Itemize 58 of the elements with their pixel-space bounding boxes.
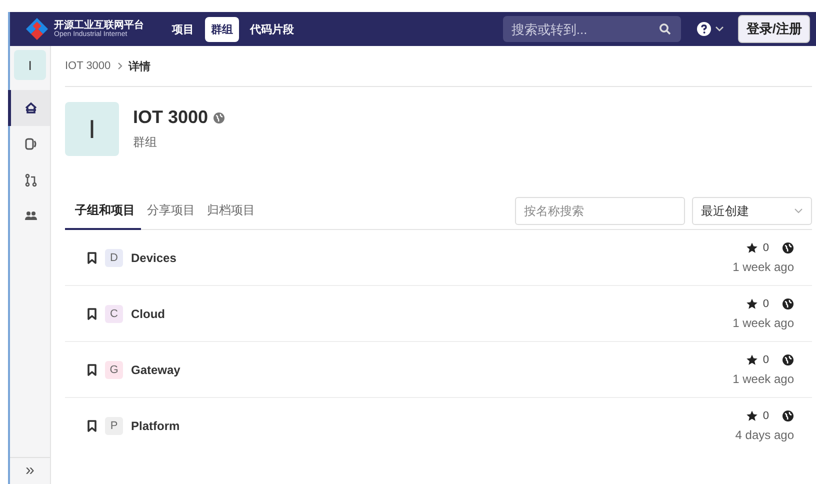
star-count: 0 bbox=[762, 242, 769, 254]
project-name[interactable]: Platform bbox=[131, 418, 180, 432]
help-icon bbox=[697, 22, 712, 36]
updated-time: 1 week ago bbox=[732, 372, 794, 386]
caret-icon bbox=[794, 208, 803, 214]
updated-time: 4 days ago bbox=[735, 428, 794, 442]
login-button[interactable]: 登录/注册 bbox=[738, 15, 810, 43]
project-avatar: P bbox=[105, 416, 123, 434]
tab[interactable]: 归档项目 bbox=[201, 193, 261, 230]
globe-icon bbox=[782, 242, 794, 254]
issues-icon[interactable] bbox=[24, 137, 38, 151]
project-name[interactable]: Gateway bbox=[131, 362, 180, 376]
bookmark-icon bbox=[87, 420, 97, 432]
search-field[interactable]: 搜索或转到... bbox=[503, 16, 682, 42]
collapse-button[interactable]: » bbox=[26, 462, 34, 480]
filter-field[interactable]: 按名称搜索 bbox=[515, 197, 685, 225]
tab[interactable]: 子组和项目 bbox=[65, 193, 141, 230]
star-count: 0 bbox=[762, 410, 769, 422]
star-icon bbox=[746, 354, 758, 366]
star-count: 0 bbox=[762, 298, 769, 310]
nav-link[interactable]: 项目 bbox=[166, 16, 200, 42]
search-icon bbox=[659, 23, 672, 35]
project-name[interactable]: Devices bbox=[131, 250, 176, 264]
star-icon bbox=[746, 410, 758, 422]
globe-icon bbox=[782, 410, 794, 422]
updated-time: 1 week ago bbox=[732, 316, 794, 330]
home-icon[interactable] bbox=[24, 101, 38, 115]
project-name[interactable]: Cloud bbox=[131, 306, 165, 320]
merge-request-icon[interactable] bbox=[24, 173, 38, 187]
project-avatar: C bbox=[105, 304, 123, 322]
project-avatar: D bbox=[105, 248, 123, 266]
star-icon bbox=[746, 242, 758, 254]
members-icon[interactable] bbox=[24, 209, 38, 223]
group-type: 群组 bbox=[133, 134, 158, 151]
bookmark-icon bbox=[87, 364, 97, 376]
updated-time: 1 week ago bbox=[732, 260, 794, 274]
star-count: 0 bbox=[762, 354, 769, 366]
sort-dropdown[interactable]: 最近创建 bbox=[692, 197, 812, 225]
group-name: IOT 3000 bbox=[133, 107, 208, 128]
bookmark-icon bbox=[87, 308, 97, 320]
breadcrumb-link[interactable]: 详情 bbox=[128, 58, 151, 74]
group-avatar: I bbox=[65, 102, 119, 156]
bookmark-icon bbox=[87, 252, 97, 264]
caret-icon bbox=[715, 26, 724, 32]
globe-icon bbox=[213, 112, 226, 124]
globe-icon bbox=[782, 298, 794, 310]
nav-link[interactable]: 群组 bbox=[205, 16, 239, 42]
star-icon bbox=[746, 298, 758, 310]
brand-title: 开源工业互联网平台 bbox=[54, 20, 144, 30]
group-avatar[interactable]: I bbox=[14, 50, 46, 80]
logo-icon bbox=[24, 16, 50, 42]
breadcrumb-link[interactable]: IOT 3000 bbox=[65, 60, 111, 72]
nav-link[interactable]: 代码片段 bbox=[244, 16, 300, 42]
project-avatar: G bbox=[105, 360, 123, 378]
globe-icon bbox=[782, 354, 794, 366]
help-dropdown[interactable] bbox=[695, 20, 726, 38]
chevron-icon bbox=[116, 62, 123, 70]
tab[interactable]: 分享项目 bbox=[141, 193, 201, 230]
